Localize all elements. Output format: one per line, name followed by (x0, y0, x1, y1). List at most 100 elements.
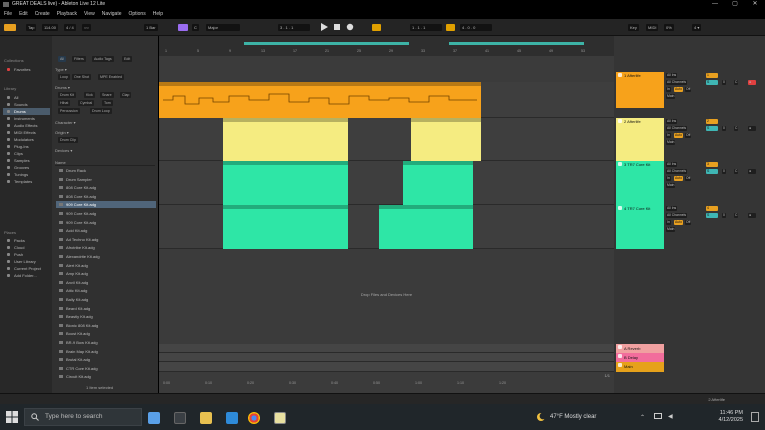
filter-drums-heading[interactable]: Drums ▾ (55, 85, 70, 90)
monitor-in[interactable]: In (666, 133, 671, 138)
tray-overflow-icon[interactable]: ⌃ (640, 414, 645, 421)
clip-afterlife-1[interactable] (159, 82, 481, 118)
library-audio-effects[interactable]: Audio Effects (3, 122, 50, 129)
library-instruments[interactable]: Instruments (3, 115, 50, 122)
browser-tab-filters[interactable]: Filters (72, 56, 86, 62)
track-name[interactable]: 3 TR7 Core Kit (616, 161, 664, 168)
return-track-name[interactable]: B Delay (616, 353, 664, 362)
automation-arm-button[interactable] (372, 24, 381, 31)
file-explorer-icon[interactable] (200, 412, 212, 424)
link-toggle[interactable] (4, 24, 16, 31)
scale-mode-toggle[interactable] (178, 24, 188, 31)
filter-chip-clap[interactable]: Clap (120, 92, 132, 98)
library-templates[interactable]: Templates (3, 178, 50, 185)
filter-chip-snare[interactable]: Snare (100, 92, 114, 98)
chrome-icon[interactable] (248, 412, 260, 424)
file-item[interactable]: CTR Core Kit.adg (56, 365, 156, 372)
monitor-in[interactable]: In (666, 87, 671, 92)
volume-field[interactable]: 0 (722, 80, 726, 85)
track-header[interactable]: 1 Afterlife (616, 72, 664, 108)
clip-tr7-3a[interactable] (223, 161, 348, 205)
drop-zone-hint[interactable]: Drop Files and Devices Here (159, 292, 614, 297)
filter-character-heading[interactable]: Character ▾ (55, 120, 76, 125)
browser-tab-edit[interactable]: Edit (122, 56, 133, 62)
return-track-name[interactable]: Main (616, 362, 664, 372)
filter-chip-drum-loop[interactable]: Drum Loop (90, 108, 112, 114)
return-lane-b[interactable] (159, 353, 614, 362)
library-plugins[interactable]: Plug-Ins (3, 143, 50, 150)
filter-chip-loop[interactable]: Loop (58, 74, 70, 80)
file-item[interactable]: 909 Core Kit.adg (56, 201, 156, 209)
output-menu[interactable]: Main (666, 227, 676, 232)
file-item[interactable]: Ad Techno Kit.adg (56, 236, 156, 243)
output-menu[interactable]: Main (666, 94, 676, 99)
filter-type-heading[interactable]: Type ▾ (55, 67, 67, 72)
volume-icon[interactable]: ◀ (668, 413, 673, 420)
library-midi-effects[interactable]: MIDI Effects (3, 129, 50, 136)
input-channel-menu[interactable]: All Channels (666, 126, 688, 131)
file-item[interactable]: Alexandrite Kit.adg (56, 253, 156, 260)
filter-chip-kick[interactable]: Kick (84, 92, 95, 98)
monitor-in[interactable]: In (666, 220, 671, 225)
tempo-field[interactable]: 114.00 (42, 24, 58, 31)
file-item[interactable]: Beastly Kit.adg (56, 313, 156, 320)
arm-button[interactable]: ● (748, 213, 756, 218)
record-icon[interactable] (346, 23, 354, 31)
arm-button[interactable]: ● (748, 169, 756, 174)
pan-field[interactable]: C (734, 213, 739, 218)
task-view-icon[interactable] (174, 412, 186, 424)
filter-chip-hihat[interactable]: Hihat (58, 100, 71, 106)
file-item[interactable]: Circuit Kit.adg (56, 373, 156, 380)
monitor-in[interactable]: In (666, 176, 671, 181)
tap-tempo-button[interactable]: Tap (26, 24, 37, 31)
track-header[interactable]: 2 Afterlife (616, 118, 664, 161)
filter-chip-mpe[interactable]: MPE Enabled (98, 74, 124, 80)
browser-tab-audio-tags[interactable]: Audio Tags (92, 56, 114, 62)
filter-chip-drum-clip[interactable]: Drum Clip (58, 137, 78, 143)
file-item[interactable]: Attic Kit.adg (56, 287, 156, 294)
return-track-header[interactable]: Main (616, 362, 664, 372)
pan-field[interactable]: C (734, 126, 739, 131)
solo-button[interactable]: S (706, 80, 718, 85)
time-signature-field[interactable]: 4 / 4 (64, 24, 76, 31)
monitor-off[interactable]: Off (685, 133, 692, 138)
file-item[interactable]: Brutal Kit.adg (56, 356, 156, 363)
place-current-project[interactable]: Current Project (3, 265, 50, 272)
file-item[interactable]: 808 Core Kit.adg (56, 193, 156, 200)
track-header[interactable]: 4 TR7 Core Kit (616, 205, 664, 249)
volume-field[interactable]: 0 (722, 169, 726, 174)
menu-options[interactable]: Options (128, 11, 145, 17)
clip-tr7-4b[interactable] (379, 205, 473, 249)
filter-chip-tom[interactable]: Tom (102, 100, 113, 106)
input-channel-menu[interactable]: All Channels (666, 80, 688, 85)
track-fold-icon[interactable] (618, 354, 622, 358)
monitor-auto[interactable]: Auto (674, 133, 683, 138)
file-list-header[interactable]: Name (55, 160, 155, 166)
menu-navigate[interactable]: Navigate (102, 11, 122, 17)
monitor-auto[interactable]: Auto (674, 220, 683, 225)
filter-origin-heading[interactable]: Origin ▾ (55, 130, 69, 135)
collection-favorites[interactable]: Favorites (3, 66, 50, 73)
place-cloud[interactable]: Cloud (3, 244, 50, 251)
filter-chip-cymbal[interactable]: Cymbal (78, 100, 95, 106)
library-sounds[interactable]: Sounds (3, 101, 50, 108)
clip-tr7-4a[interactable] (223, 205, 348, 249)
track-header[interactable]: 3 TR7 Core Kit (616, 161, 664, 205)
main-lane[interactable] (159, 362, 614, 372)
filter-chip-one-shot[interactable]: One Shot (72, 74, 92, 80)
taskbar-widget-icon[interactable] (148, 412, 160, 424)
file-item[interactable]: Bionic 808 Kit.adg (56, 322, 156, 329)
zoom-menu[interactable]: 4 ▾ (692, 24, 702, 31)
input-type-menu[interactable]: All Ins (666, 73, 678, 78)
input-type-menu[interactable]: All Ins (666, 162, 678, 167)
file-item[interactable]: Drum Rack (56, 167, 156, 174)
monitor-auto[interactable]: Auto (674, 176, 683, 181)
arm-button[interactable]: ● (748, 80, 756, 85)
track-lane-1[interactable] (159, 82, 614, 118)
library-all[interactable]: All (3, 94, 50, 101)
arm-button[interactable]: ● (748, 126, 756, 131)
solo-button[interactable]: S (706, 169, 718, 174)
minimize-button[interactable]: — (705, 0, 725, 9)
filter-devices-heading[interactable]: Devices ▾ (55, 148, 72, 153)
menu-edit[interactable]: Edit (19, 11, 28, 17)
